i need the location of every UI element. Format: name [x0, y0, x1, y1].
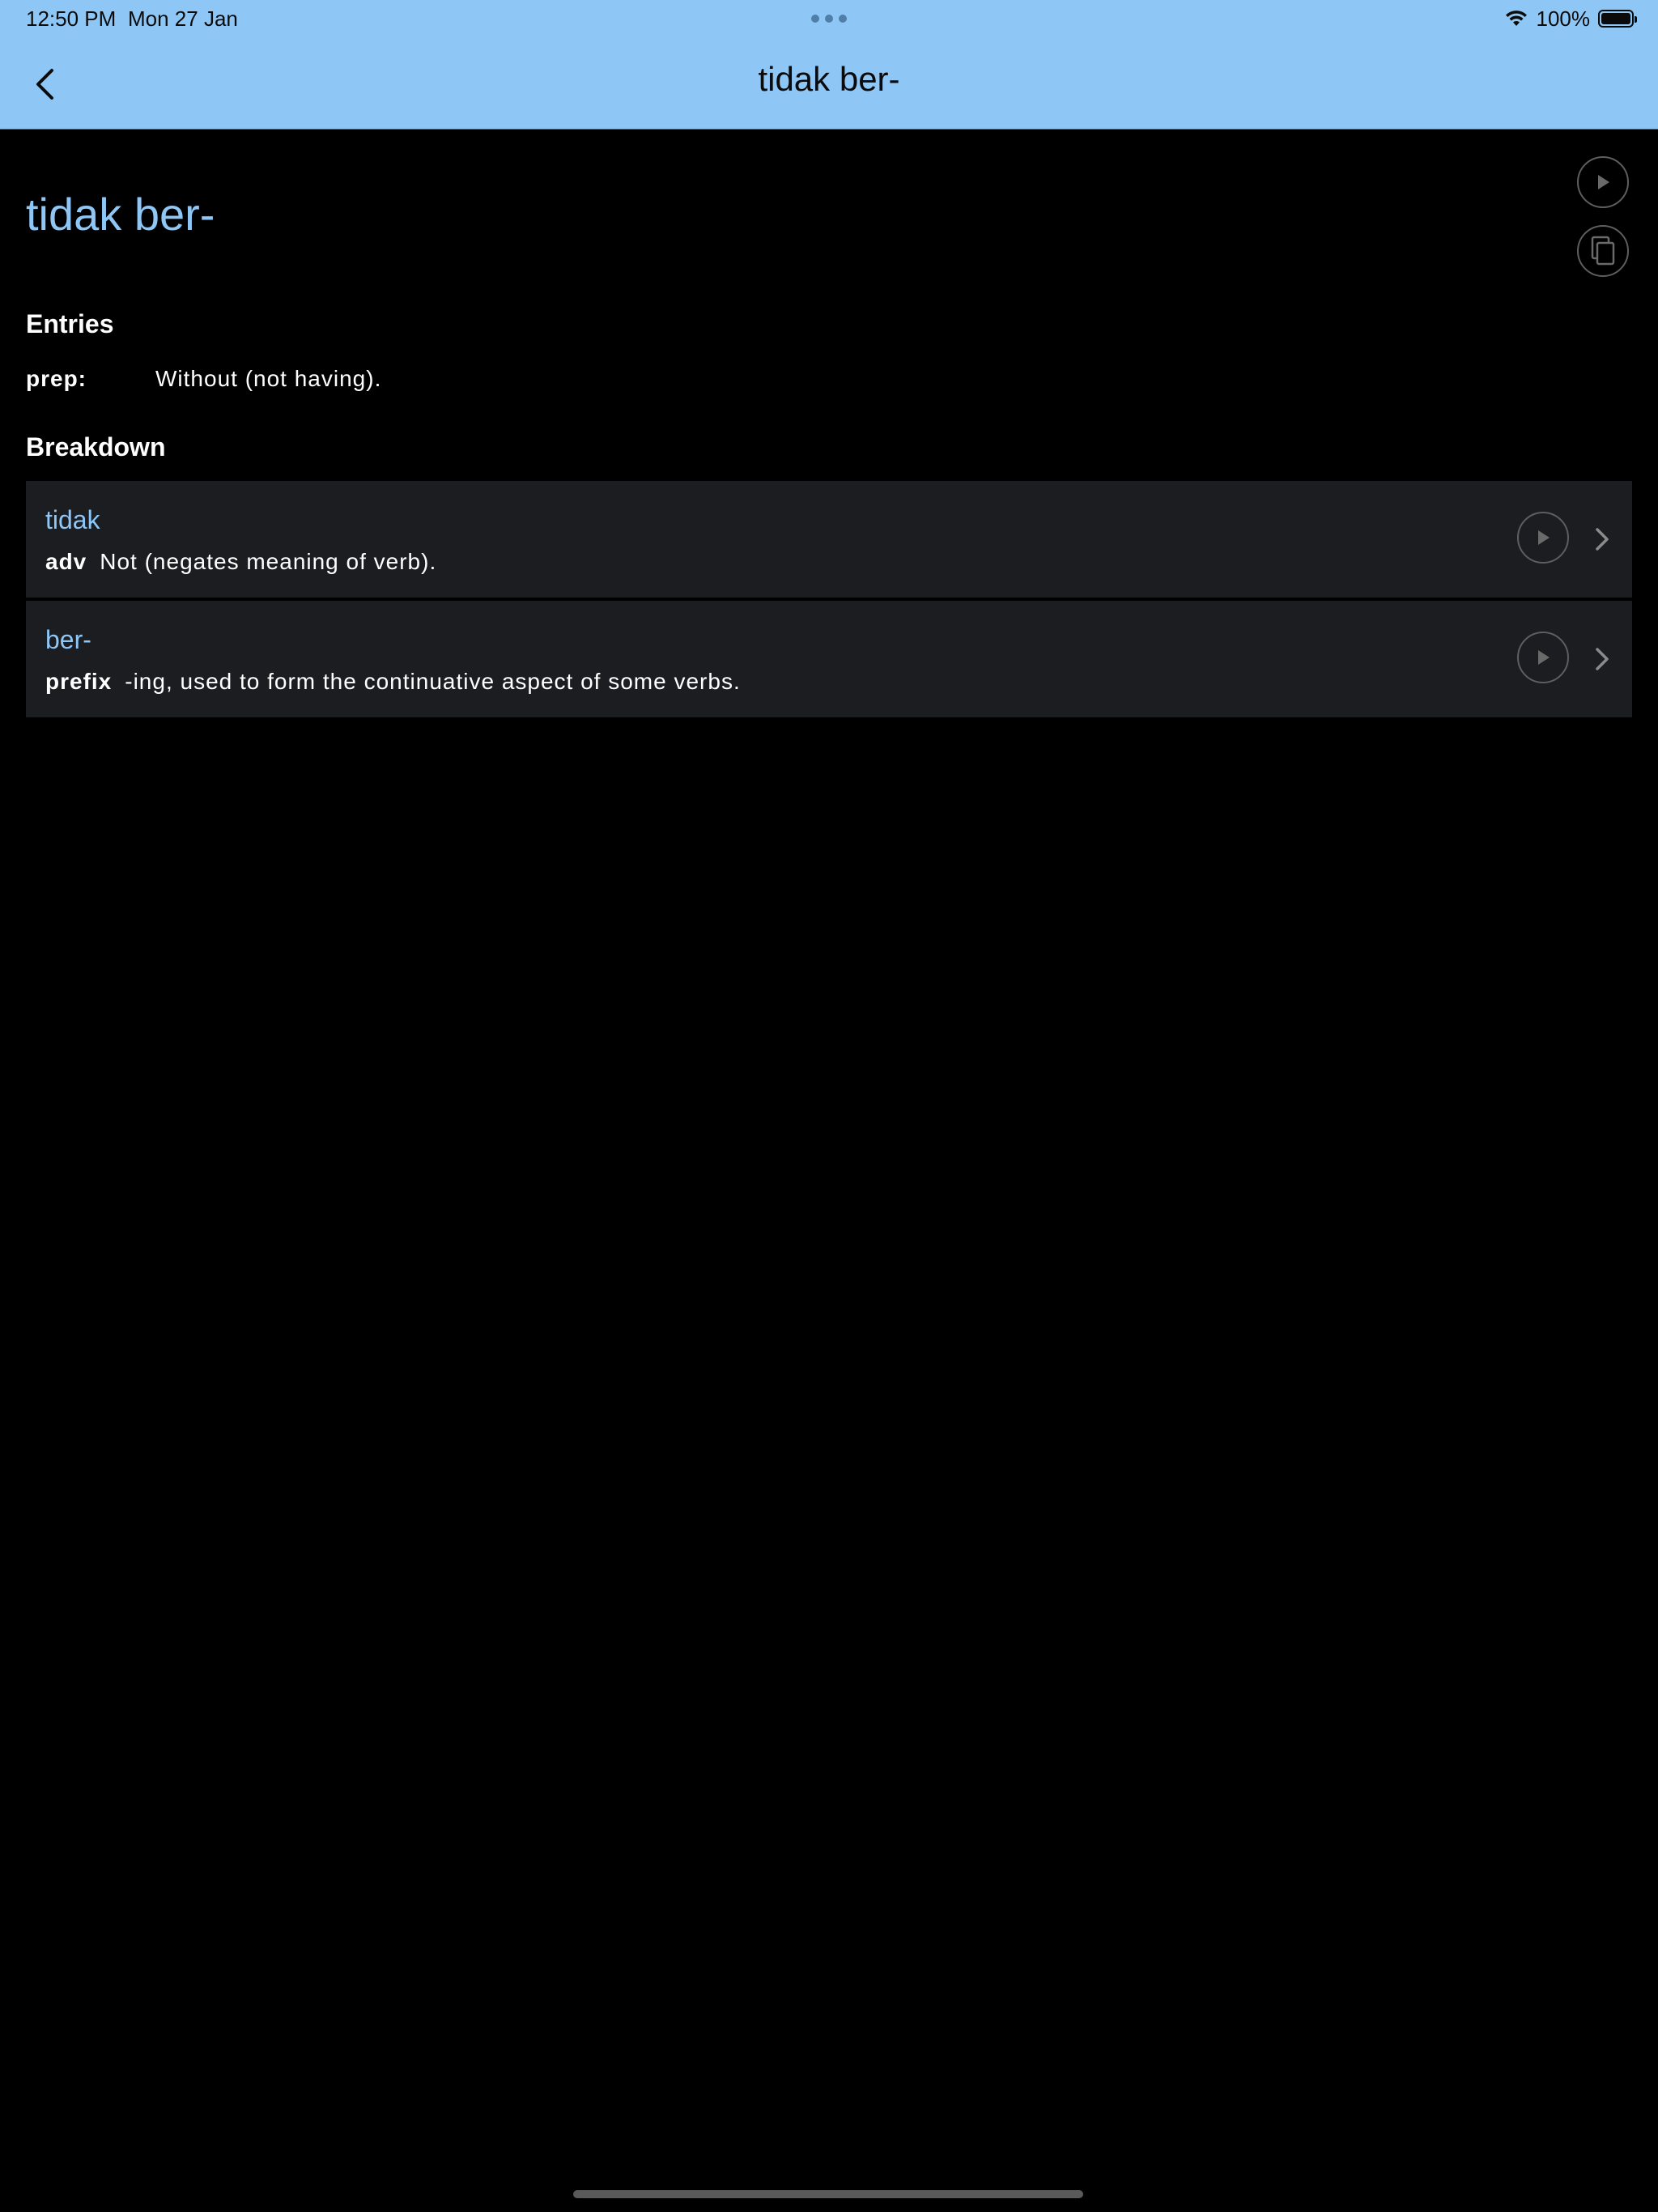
wifi-icon	[1504, 9, 1528, 28]
breakdown-heading: Breakdown	[26, 432, 166, 462]
navigation-header: 12:50 PM Mon 27 Jan 100% tidak ber-	[0, 0, 1658, 130]
breakdown-part-of-speech: adv	[45, 549, 87, 574]
breakdown-item-tidak[interactable]: tidak adv Not (negates meaning of verb).	[26, 481, 1632, 598]
breakdown-part-of-speech: prefix	[45, 669, 113, 694]
entry-definition: Without (not having).	[155, 366, 382, 391]
status-time: 12:50 PM	[26, 6, 117, 31]
breakdown-word: ber-	[45, 625, 91, 654]
play-word-button[interactable]	[1517, 632, 1569, 683]
copy-button[interactable]	[1577, 225, 1629, 277]
word-title: tidak ber-	[26, 189, 215, 240]
breakdown-meaning: prefix -ing, used to form the continuativ…	[45, 669, 741, 695]
breakdown-word: tidak	[45, 505, 100, 534]
battery-percentage: 100%	[1536, 6, 1591, 31]
chevron-right-icon	[1590, 523, 1614, 555]
breakdown-definition: -ing, used to form the continuative aspe…	[125, 669, 741, 694]
home-indicator[interactable]	[573, 2190, 1083, 2198]
status-date: Mon 27 Jan	[128, 6, 238, 31]
status-indicators: 100%	[1504, 5, 1637, 32]
entries-heading: Entries	[26, 309, 114, 338]
play-icon	[1538, 530, 1550, 545]
multitasking-dots-icon[interactable]	[811, 15, 847, 23]
copy-icon	[1591, 236, 1615, 266]
chevron-right-icon	[1590, 643, 1614, 675]
breakdown-definition: Not (negates meaning of verb).	[100, 549, 437, 574]
entry-part-of-speech: prep:	[26, 366, 87, 391]
breakdown-item-ber[interactable]: ber- prefix -ing, used to form the contin…	[26, 601, 1632, 717]
play-word-button[interactable]	[1517, 512, 1569, 564]
play-icon	[1598, 175, 1609, 189]
play-pronunciation-button[interactable]	[1577, 156, 1629, 208]
play-icon	[1538, 650, 1550, 665]
nav-title: tidak ber-	[758, 60, 900, 98]
breakdown-meaning: adv Not (negates meaning of verb).	[45, 549, 436, 575]
battery-icon	[1598, 10, 1637, 28]
